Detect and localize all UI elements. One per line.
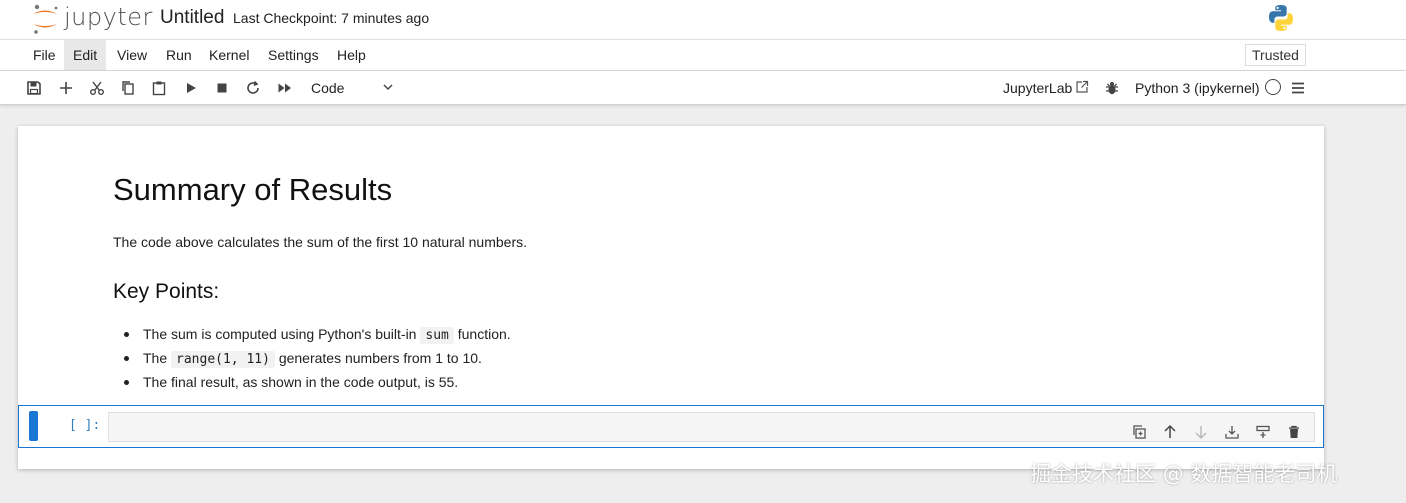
notebook-toolbar: Code JupyterLab Python 3 (ipykernel) — [0, 71, 1406, 105]
markdown-paragraph: The code above calculates the sum of the… — [113, 234, 528, 250]
inline-code: sum — [420, 327, 454, 344]
menu-help[interactable]: Help — [328, 40, 375, 70]
top-header: jupyter Untitled Last Checkpoint: 7 minu… — [0, 0, 1406, 40]
cell-collapser[interactable] — [29, 411, 38, 441]
markdown-heading: Summary of Results — [113, 172, 393, 207]
chevron-down-icon — [383, 84, 393, 91]
menu-settings[interactable]: Settings — [259, 40, 328, 70]
restart-icon — [247, 80, 259, 94]
cell-type-value: Code — [311, 80, 345, 96]
trusted-indicator[interactable]: Trusted — [1245, 44, 1306, 66]
kernel-status-idle-icon — [1265, 79, 1281, 95]
menu-icon[interactable] — [1290, 80, 1306, 96]
external-link-icon[interactable] — [1075, 80, 1089, 94]
save-button[interactable] — [25, 79, 43, 97]
stop-icon — [217, 83, 227, 93]
restart-button[interactable] — [244, 79, 262, 97]
key-points-list: The sum is computed using Python's built… — [113, 322, 511, 394]
input-prompt: [ ]: — [69, 418, 101, 433]
copy-icon — [122, 81, 134, 95]
brand-wordmark: jupyter — [64, 3, 153, 31]
add-cell-button[interactable] — [57, 79, 75, 97]
move-down-button[interactable] — [1191, 422, 1211, 442]
delete-icon — [1289, 425, 1299, 438]
kernel-name[interactable]: Python 3 (ipykernel) — [1135, 80, 1260, 96]
move-up-icon — [1164, 424, 1176, 438]
list-item: The range(1, 11) generates numbers from … — [113, 346, 511, 370]
duplicate-icon — [1133, 425, 1146, 439]
menu-bar: File Edit View Run Kernel Settings Help … — [0, 40, 1406, 71]
menu-run[interactable]: Run — [157, 40, 201, 70]
code-editor[interactable] — [108, 412, 1315, 442]
move-up-button[interactable] — [1160, 422, 1180, 442]
python-logo-icon — [1269, 5, 1293, 31]
add-icon — [60, 82, 72, 94]
debugger-bug-icon[interactable] — [1104, 80, 1120, 96]
insert-below-button[interactable] — [1222, 422, 1242, 442]
jupyterlab-link[interactable]: JupyterLab — [1003, 80, 1072, 96]
run-icon — [187, 83, 196, 93]
menu-kernel[interactable]: Kernel — [200, 40, 258, 70]
cut-button[interactable] — [88, 79, 106, 97]
markdown-subheading: Key Points: — [113, 280, 220, 303]
paste-button[interactable] — [150, 79, 168, 97]
copy-button[interactable] — [119, 79, 137, 97]
restart-run-all-button[interactable] — [276, 79, 294, 97]
insert-below-icon — [1225, 426, 1239, 439]
run-button[interactable] — [182, 79, 200, 97]
list-item: The sum is computed using Python's built… — [113, 322, 511, 346]
insert-above-button[interactable] — [1253, 422, 1273, 442]
list-item: The final result, as shown in the code o… — [113, 370, 511, 394]
last-checkpoint: Last Checkpoint: 7 minutes ago — [233, 10, 430, 26]
code-cell-active[interactable]: [ ]: — [18, 405, 1324, 448]
insert-above-icon — [1256, 425, 1270, 438]
stop-button[interactable] — [213, 79, 231, 97]
menu-file[interactable]: File — [24, 40, 65, 70]
notebook-panel: Summary of Results The code above calcul… — [18, 126, 1324, 469]
fast-forward-icon — [278, 83, 291, 93]
jupyter-logo-icon[interactable] — [30, 3, 60, 35]
save-icon — [27, 81, 41, 95]
paste-icon — [152, 81, 166, 96]
delete-cell-button[interactable] — [1284, 422, 1304, 442]
menu-view[interactable]: View — [108, 40, 156, 70]
inline-code: range(1, 11) — [171, 351, 275, 368]
watermark-text: 掘金技术社区 @ 数据智能老司机 — [1030, 462, 1338, 486]
menu-edit[interactable]: Edit — [64, 40, 107, 70]
move-down-icon — [1195, 426, 1207, 440]
notebook-title[interactable]: Untitled — [160, 7, 224, 29]
cell-type-select[interactable]: Code — [305, 77, 397, 99]
duplicate-cell-button[interactable] — [1129, 422, 1149, 442]
cut-icon — [90, 81, 104, 95]
